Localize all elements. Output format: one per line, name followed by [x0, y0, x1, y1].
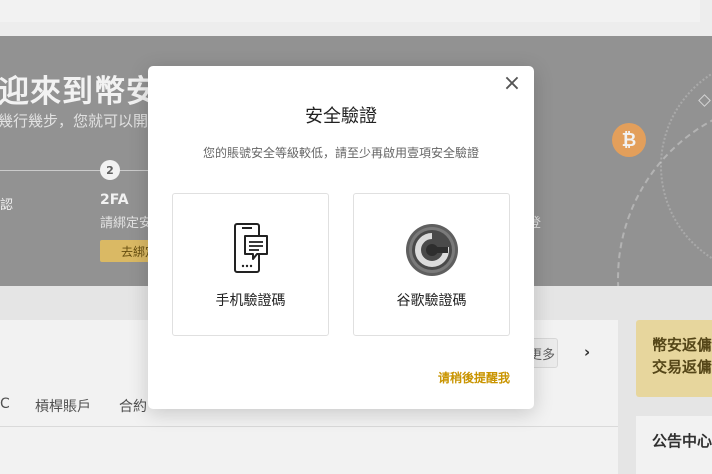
dialog-description: 您的賬號安全等級較低，請至少再啟用壹項安全驗證	[202, 146, 479, 160]
google-authenticator-icon	[354, 222, 509, 278]
google-verification-option[interactable]: 谷歌驗證碼	[353, 193, 510, 336]
phone-sms-icon	[173, 222, 328, 278]
phone-verification-option[interactable]: 手机驗證碼	[172, 193, 329, 336]
security-verification-dialog: × 安全驗證 您的賬號安全等級較低，請至少再啟用壹項安全驗證 手机驗證碼 谷歌驗…	[148, 66, 534, 409]
dialog-title: 安全驗證	[305, 106, 377, 127]
remind-later-link[interactable]: 请稍後提醒我	[438, 369, 510, 386]
google-verification-label: 谷歌驗證碼	[396, 293, 467, 309]
close-icon[interactable]: ×	[500, 72, 524, 96]
phone-verification-label: 手机驗證碼	[215, 293, 286, 309]
